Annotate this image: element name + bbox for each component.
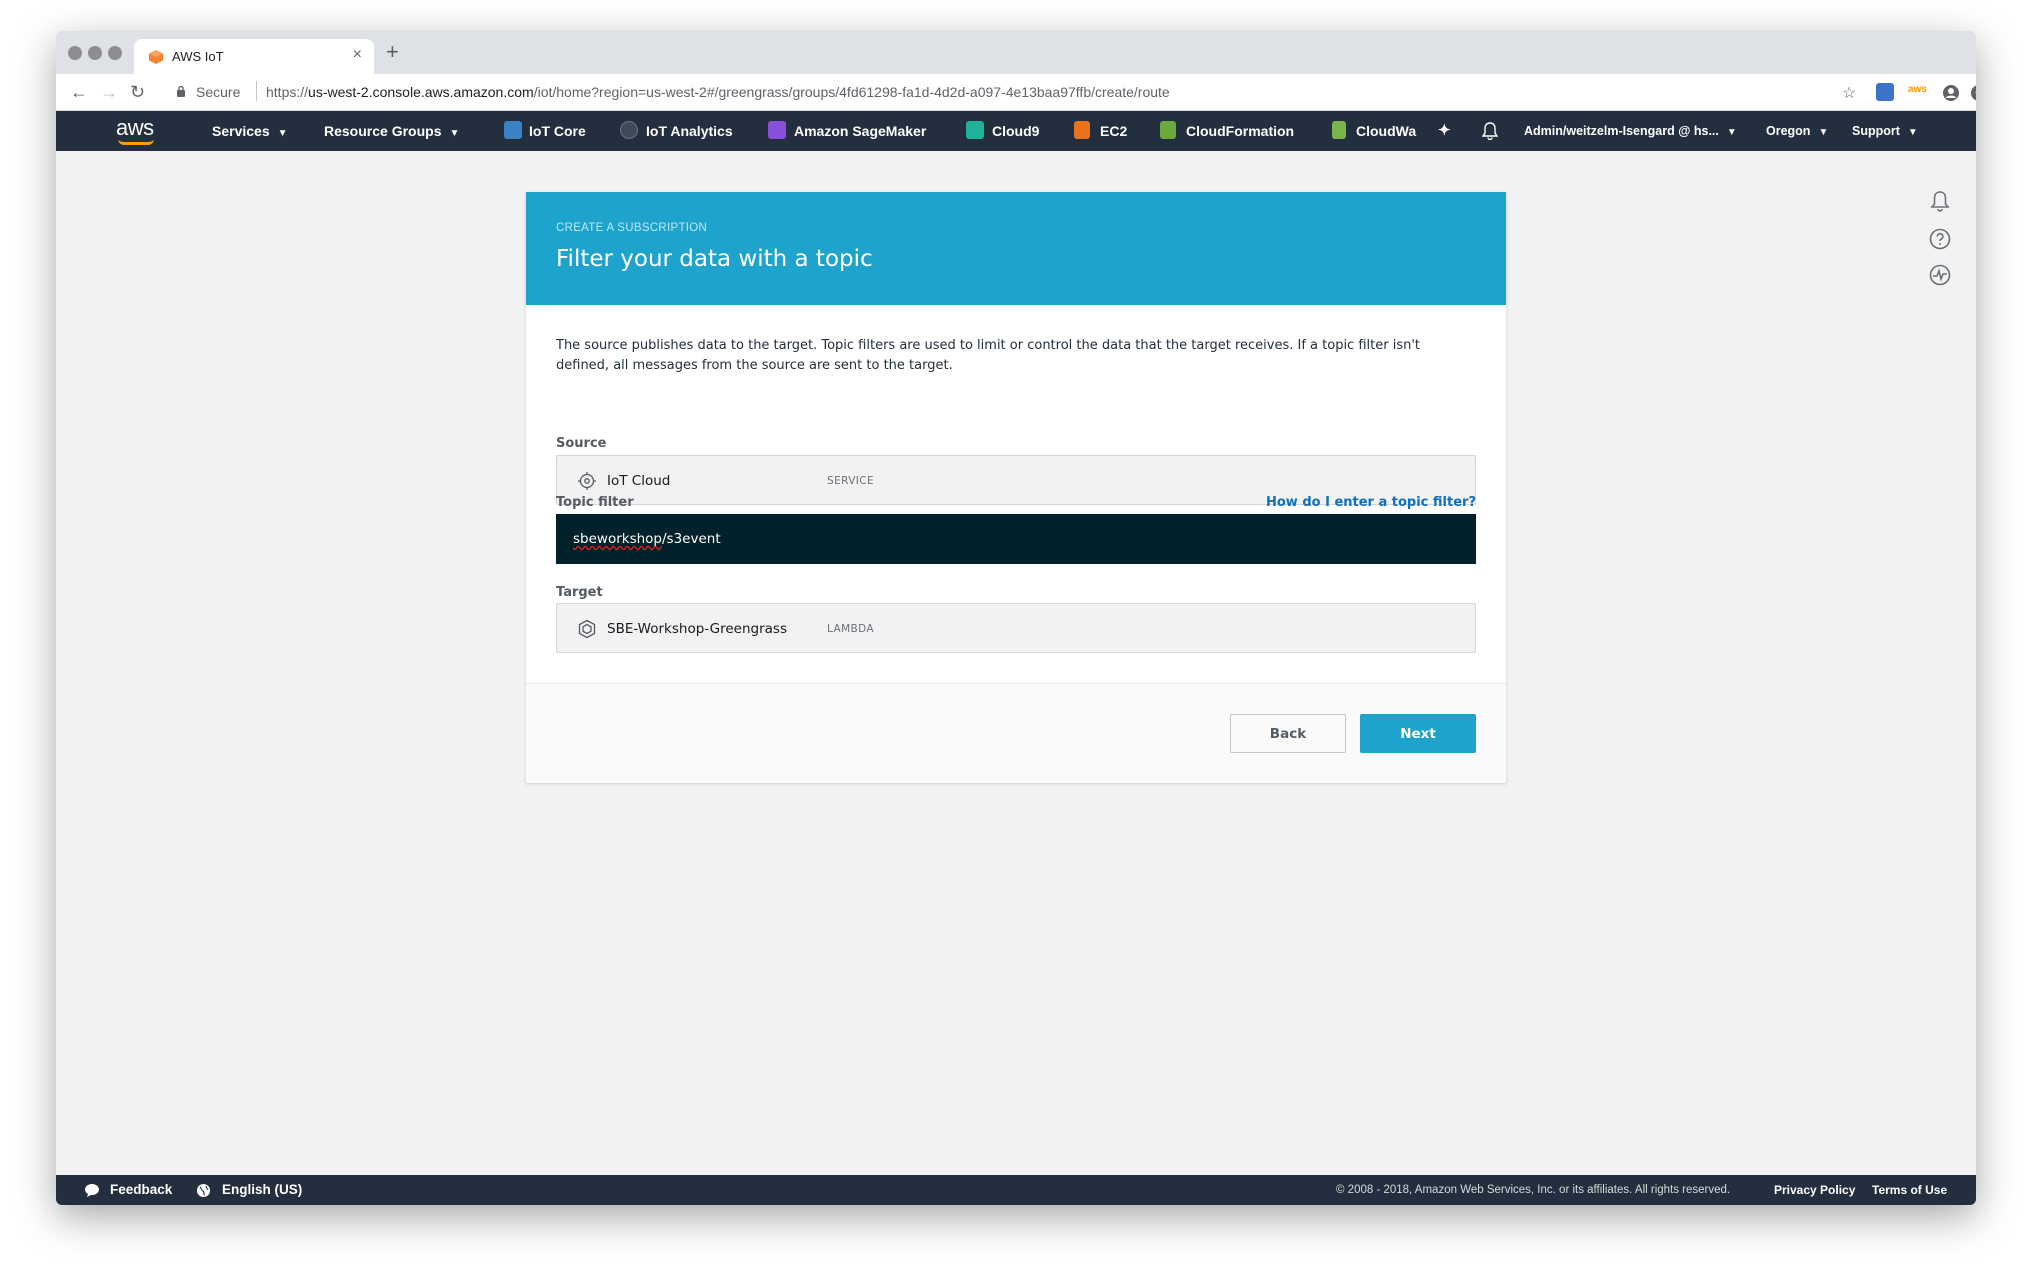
language-selector[interactable]: English (US) <box>222 1182 302 1197</box>
activity-pulse-icon[interactable] <box>1928 263 1952 287</box>
topic-filter-label: Topic filter <box>556 495 634 510</box>
card-header: CREATE A SUBSCRIPTION Filter your data w… <box>526 192 1506 305</box>
tab-close-icon[interactable]: × <box>353 46 362 64</box>
cloudwatch-icon <box>1332 121 1346 139</box>
url-separator <box>256 81 257 101</box>
topic-filter-help-link[interactable]: How do I enter a topic filter? <box>1266 495 1476 510</box>
target-type-tag: LAMBDA <box>827 623 875 635</box>
aws-console-nav: aws Services ▼ Resource Groups ▼ IoT Core … <box>56 111 1976 151</box>
source-type-tag: SERVICE <box>827 475 875 487</box>
aws-smile-logo <box>118 139 154 145</box>
card-footer: Back Next <box>526 683 1506 783</box>
feedback-link[interactable]: Feedback <box>110 1182 172 1197</box>
topic-filter-input[interactable] <box>556 514 1476 564</box>
reload-icon[interactable]: ↻ <box>130 82 145 103</box>
notification-bell-icon[interactable] <box>1482 122 1498 140</box>
bookmark-star-icon[interactable]: ☆ <box>1842 83 1856 103</box>
source-name: IoT Cloud <box>607 473 671 489</box>
forward-arrow-icon[interactable]: → <box>100 82 118 103</box>
shortcut-iot-core[interactable]: IoT Core <box>529 123 586 139</box>
pin-icon[interactable]: ✦ <box>1438 121 1451 139</box>
secure-label: Secure <box>196 84 241 100</box>
wizard-eyebrow: CREATE A SUBSCRIPTION <box>556 222 708 234</box>
browser-window: AWS IoT × + ← → ↻ Secure https://us-west… <box>56 31 1976 1205</box>
address-bar: ← → ↻ Secure https://us-west-2.console.a… <box>56 74 1976 111</box>
create-subscription-card: CREATE A SUBSCRIPTION Filter your data w… <box>526 192 1506 783</box>
chevron-down-icon: ▼ <box>1726 127 1737 138</box>
cloud9-icon <box>966 121 984 139</box>
minimize-window-button[interactable] <box>88 46 102 60</box>
account-menu[interactable]: Admin/weitzelm-Isengard @ hs... ▼ <box>1524 124 1737 138</box>
console-footer: Feedback English (US) © 2008 - 2018, Ama… <box>56 1175 1976 1205</box>
chevron-down-icon: ▼ <box>449 128 460 139</box>
aws-iot-favicon-icon <box>149 50 163 64</box>
lambda-function-icon <box>578 619 596 639</box>
region-menu[interactable]: Oregon ▼ <box>1766 124 1828 138</box>
profile-icon[interactable] <box>1942 84 1960 102</box>
target-field[interactable]: SBE-Workshop-Greengrass LAMBDA <box>556 603 1476 653</box>
back-button[interactable]: Back <box>1230 714 1346 753</box>
terms-of-use-link[interactable]: Terms of Use <box>1872 1183 1947 1197</box>
maximize-window-button[interactable] <box>108 46 122 60</box>
lock-icon <box>177 85 185 97</box>
tab-strip: AWS IoT × + <box>56 31 1976 74</box>
feedback-speech-icon <box>85 1184 99 1197</box>
iot-core-icon <box>504 121 522 139</box>
back-arrow-icon[interactable]: ← <box>70 82 88 103</box>
chevron-down-icon: ▼ <box>277 128 288 139</box>
target-label: Target <box>556 585 603 600</box>
chevron-down-icon: ▼ <box>1818 127 1829 138</box>
shortcut-cloud9[interactable]: Cloud9 <box>992 123 1039 139</box>
iot-cloud-icon <box>578 472 596 490</box>
page-title: Filter your data with a topic <box>556 246 873 272</box>
aws-logo[interactable]: aws <box>116 115 154 141</box>
shortcut-iot-analytics[interactable]: IoT Analytics <box>646 123 733 139</box>
chrome-update-icon[interactable] <box>1970 84 1976 102</box>
url-text[interactable]: https://us-west-2.console.aws.amazon.com… <box>266 84 1170 100</box>
url-box[interactable]: Secure https://us-west-2.console.aws.ama… <box>166 78 1816 106</box>
next-button[interactable]: Next <box>1360 714 1476 753</box>
support-menu[interactable]: Support ▼ <box>1852 124 1918 138</box>
description-text: The source publishes data to the target.… <box>556 338 1420 373</box>
iot-analytics-icon <box>620 121 638 139</box>
globe-icon <box>196 1183 211 1198</box>
amazon-extension-icon[interactable]: aws <box>1908 84 1927 98</box>
browser-tab-aws-iot[interactable]: AWS IoT × <box>134 39 374 74</box>
new-tab-button[interactable]: + <box>386 39 399 65</box>
chevron-down-icon: ▼ <box>1907 127 1918 138</box>
source-label: Source <box>556 436 607 451</box>
close-window-button[interactable] <box>68 46 82 60</box>
copyright-text: © 2008 - 2018, Amazon Web Services, Inc.… <box>1336 1184 1731 1196</box>
shortcut-sagemaker[interactable]: Amazon SageMaker <box>794 123 926 139</box>
shortcut-ec2[interactable]: EC2 <box>1100 123 1127 139</box>
privacy-policy-link[interactable]: Privacy Policy <box>1774 1183 1855 1197</box>
shortcut-cloudwatch[interactable]: CloudWa <box>1356 123 1416 139</box>
ec2-icon <box>1074 121 1090 139</box>
shortcut-cloudformation[interactable]: CloudFormation <box>1186 123 1294 139</box>
notifications-bell-icon[interactable] <box>1928 189 1952 213</box>
cloudformation-icon <box>1160 121 1176 139</box>
help-question-icon[interactable] <box>1928 227 1952 251</box>
target-name: SBE-Workshop-Greengrass <box>607 621 787 637</box>
extension-badge-icon[interactable] <box>1876 83 1894 101</box>
services-menu[interactable]: Services ▼ <box>212 123 288 139</box>
sagemaker-icon <box>768 121 786 139</box>
resource-groups-menu[interactable]: Resource Groups ▼ <box>324 123 459 139</box>
tab-title: AWS IoT <box>172 49 224 64</box>
